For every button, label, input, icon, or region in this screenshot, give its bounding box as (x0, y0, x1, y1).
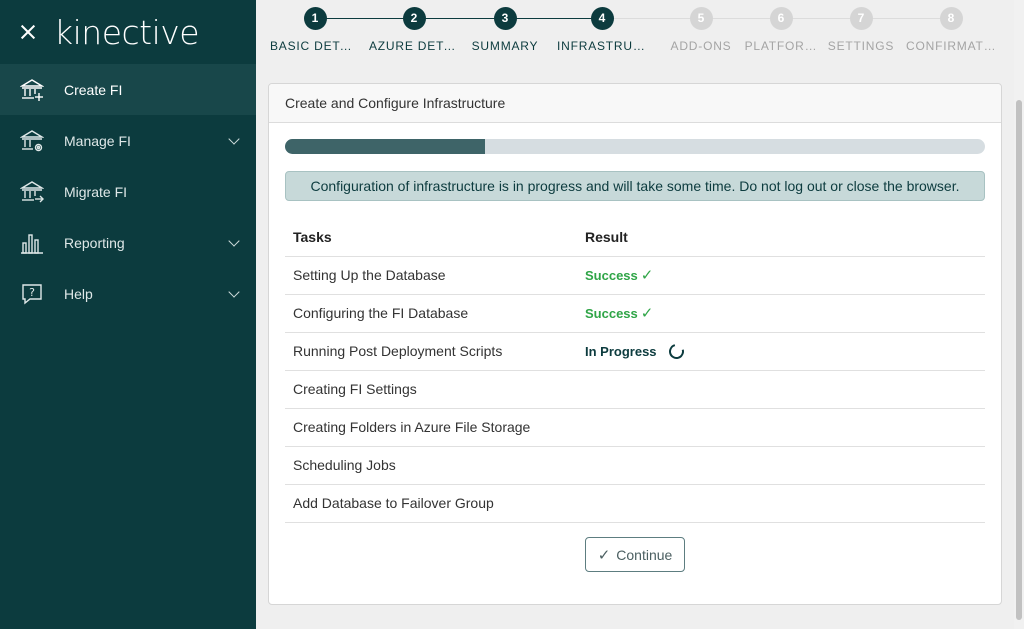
task-result: Success ✓ (577, 256, 985, 295)
task-name: Scheduling Jobs (285, 446, 577, 485)
task-result (577, 484, 985, 523)
chevron-down-icon (228, 133, 240, 145)
check-icon: ✓ (640, 267, 654, 284)
step-label: SUMMARY (471, 39, 539, 53)
bank-gear-icon (20, 129, 44, 153)
help-bubble-icon: ? (20, 282, 44, 306)
table-row: Running Post Deployment Scripts In Progr… (285, 332, 985, 371)
status-success: Success ✓ (585, 266, 653, 284)
chevron-down-icon (228, 235, 240, 247)
table-header-row: Tasks Result (285, 218, 985, 257)
task-name: Setting Up the Database (285, 256, 577, 295)
task-name: Running Post Deployment Scripts (285, 332, 577, 371)
step-confirmation[interactable]: 8 CONFIRMATI… (906, 7, 996, 53)
step-summary[interactable]: 3 SUMMARY (460, 7, 550, 53)
check-icon: ✓ (640, 305, 654, 322)
step-label: CONFIRMATI… (906, 39, 996, 53)
table-row: Add Database to Failover Group (285, 484, 985, 523)
task-name: Configuring the FI Database (285, 294, 577, 333)
svg-text:?: ? (29, 286, 35, 299)
chevron-down-icon (228, 286, 240, 298)
step-label: BASIC DETA… (270, 39, 360, 53)
step-platform[interactable]: 6 PLATFOR… (736, 7, 826, 53)
progress-bar (285, 139, 985, 154)
close-icon[interactable] (18, 22, 38, 42)
sidebar-item-manage-fi[interactable]: Manage FI (0, 115, 256, 166)
table-row: Creating Folders in Azure File Storage (285, 408, 985, 447)
task-name: Creating Folders in Azure File Storage (285, 408, 577, 447)
step-azure-details[interactable]: 2 AZURE DETA… (369, 7, 459, 53)
status-text: Success (585, 267, 638, 283)
bank-plus-icon (20, 78, 44, 102)
sidebar-item-label: Migrate FI (64, 183, 128, 200)
check-icon: ✓ (597, 546, 611, 564)
status-in-progress: In Progress (585, 341, 687, 362)
scrollbar-thumb[interactable] (1016, 100, 1022, 620)
step-number: 4 (590, 7, 614, 30)
task-result (577, 446, 985, 485)
kinective-logo: kinective (54, 12, 200, 52)
task-result: In Progress (577, 332, 985, 371)
card-title: Create and Configure Infrastructure (269, 84, 1001, 123)
status-text: Success (585, 305, 638, 321)
task-result: Success ✓ (577, 294, 985, 333)
progress-bar-fill (285, 139, 486, 154)
sidebar-item-label: Reporting (64, 234, 125, 251)
sidebar: kinective Create FI Manage FI Migrate FI… (0, 0, 256, 629)
step-label: INFRASTRUCT… (557, 39, 647, 53)
wizard-stepper: 1 BASIC DETA… 2 AZURE DETA… 3 SUMMARY 4 … (268, 0, 1002, 70)
sidebar-item-migrate-fi[interactable]: Migrate FI (0, 166, 256, 217)
sidebar-header: kinective (0, 0, 256, 64)
step-label: ADD-ONS (670, 39, 732, 53)
sidebar-item-label: Manage FI (64, 132, 131, 149)
column-header-tasks: Tasks (285, 218, 577, 257)
step-number: 6 (769, 7, 793, 30)
sidebar-item-create-fi[interactable]: Create FI (0, 64, 256, 115)
spinner-icon (665, 341, 687, 362)
info-alert: Configuration of infrastructure is in pr… (285, 171, 985, 201)
task-result (577, 370, 985, 409)
step-number: 2 (402, 7, 426, 30)
step-label: SETTINGS (827, 39, 895, 53)
status-success: Success ✓ (585, 304, 653, 322)
step-add-ons[interactable]: 5 ADD-ONS (656, 7, 746, 53)
status-text: In Progress (585, 344, 657, 359)
step-number: 8 (939, 7, 963, 30)
bank-arrow-icon (20, 180, 44, 204)
table-row: Setting Up the Database Success ✓ (285, 256, 985, 295)
table-row: Scheduling Jobs (285, 446, 985, 485)
step-infrastructure[interactable]: 4 INFRASTRUCT… (557, 7, 647, 53)
sidebar-item-label: Create FI (64, 81, 123, 98)
continue-button-label: Continue (616, 546, 673, 563)
step-number: 1 (303, 7, 327, 30)
step-number: 7 (849, 7, 873, 30)
infrastructure-card: Create and Configure Infrastructure Conf… (268, 83, 1002, 605)
task-name: Add Database to Failover Group (285, 484, 577, 523)
step-number: 5 (689, 7, 713, 30)
step-basic-details[interactable]: 1 BASIC DETA… (270, 7, 360, 53)
bar-chart-icon (20, 231, 44, 255)
table-row: Creating FI Settings (285, 370, 985, 409)
step-number: 3 (493, 7, 517, 30)
sidebar-item-help[interactable]: ? Help (0, 268, 256, 319)
table-row: Configuring the FI Database Success ✓ (285, 294, 985, 333)
sidebar-item-label: Help (64, 285, 93, 302)
step-label: PLATFOR… (744, 39, 818, 53)
tasks-table: Tasks Result Setting Up the Database Suc… (285, 218, 985, 523)
step-settings[interactable]: 7 SETTINGS (816, 7, 906, 53)
continue-button[interactable]: ✓ Continue (585, 537, 685, 572)
column-header-result: Result (577, 218, 985, 257)
task-name: Creating FI Settings (285, 370, 577, 409)
sidebar-item-reporting[interactable]: Reporting (0, 217, 256, 268)
step-label: AZURE DETA… (369, 39, 459, 53)
task-result (577, 408, 985, 447)
